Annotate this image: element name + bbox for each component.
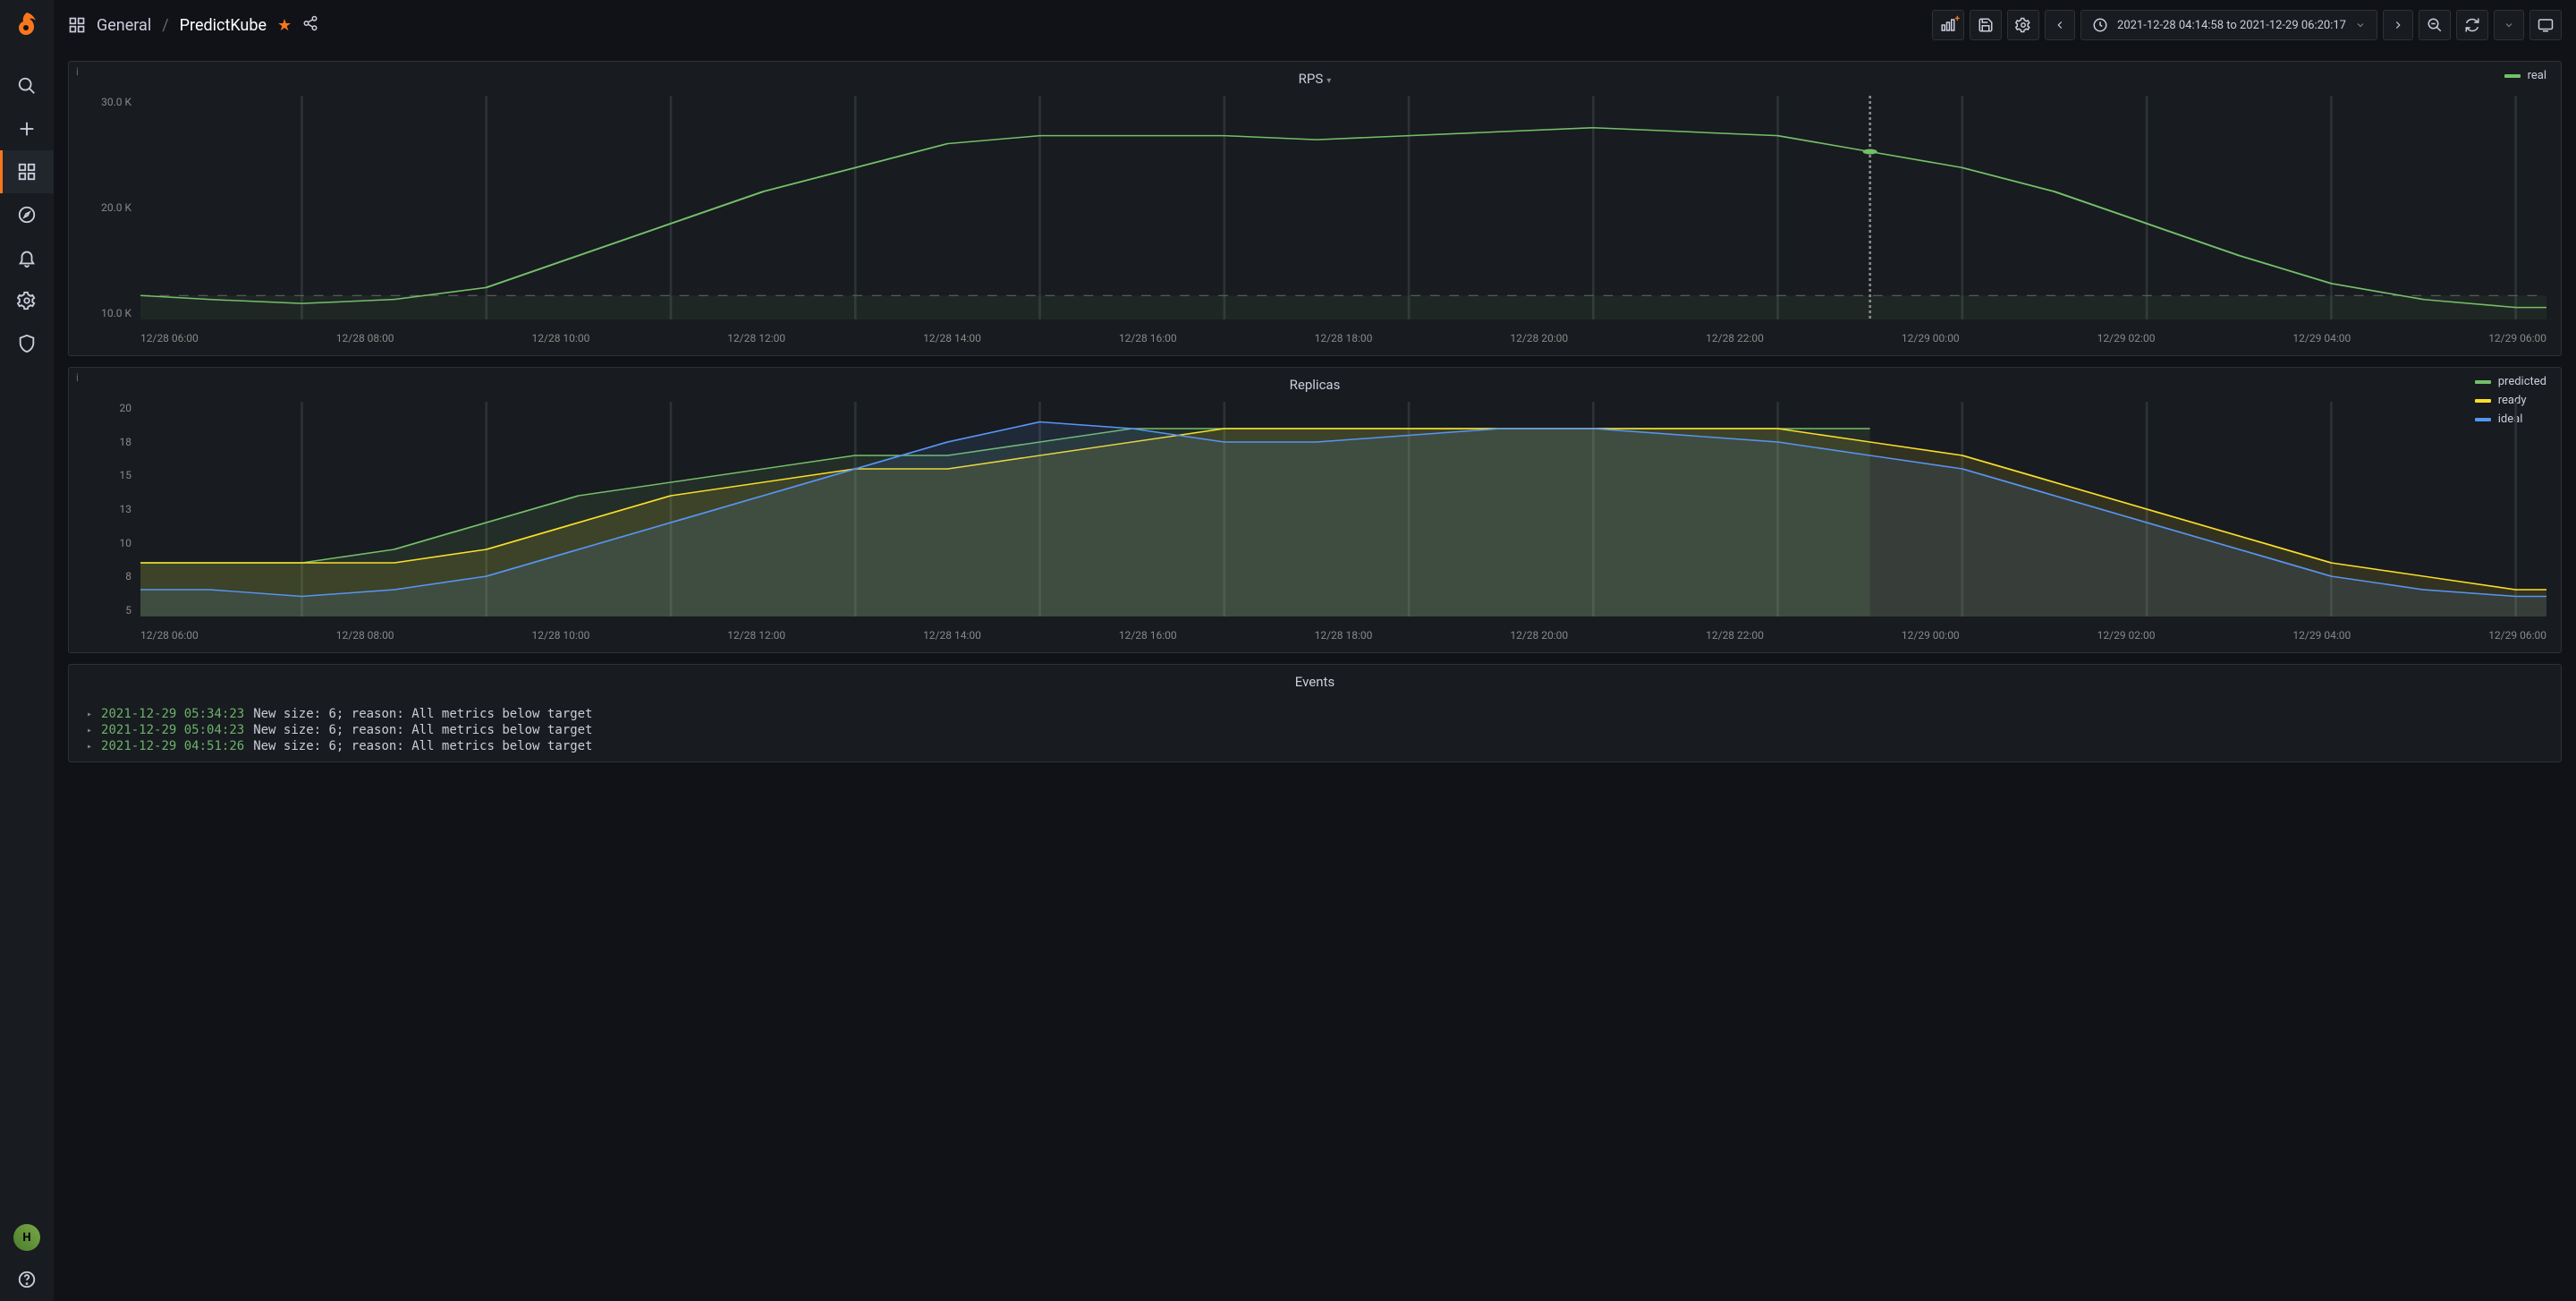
chart-rps[interactable]: 30.0 K20.0 K10.0 K: [140, 96, 2546, 319]
x-tick: 12/29 02:00: [2097, 629, 2156, 642]
panel-title[interactable]: Replicas: [69, 368, 2561, 402]
help-icon[interactable]: [0, 1258, 54, 1301]
x-tick: 12/28 08:00: [336, 332, 394, 344]
y-tick: 20.0 K: [78, 201, 131, 214]
x-tick: 12/29 00:00: [1902, 629, 1960, 642]
x-tick: 12/28 18:00: [1315, 629, 1373, 642]
shield-icon[interactable]: [0, 322, 54, 365]
event-message: New size: 6; reason: All metrics below t…: [253, 707, 592, 721]
x-tick: 12/29 02:00: [2097, 332, 2156, 344]
x-tick: 12/28 20:00: [1510, 332, 1568, 344]
explore-icon[interactable]: [0, 193, 54, 236]
gear-icon[interactable]: [0, 279, 54, 322]
x-tick: 12/29 00:00: [1902, 332, 1960, 344]
zoom-out-button[interactable]: [2419, 10, 2451, 40]
event-row[interactable]: ▸ 2021-12-29 05:34:23 New size: 6; reason:…: [87, 706, 2543, 722]
x-tick: 12/29 06:00: [2488, 629, 2546, 642]
refresh-button[interactable]: [2456, 10, 2488, 40]
info-icon[interactable]: i: [76, 371, 79, 384]
dashboard-icon: [68, 16, 86, 34]
star-icon[interactable]: ★: [277, 16, 292, 35]
settings-button[interactable]: [2007, 10, 2039, 40]
panel-title[interactable]: RPS▾: [69, 62, 2561, 96]
panel-replicas: i Replicas predicted ready ideal 2018151…: [68, 367, 2562, 653]
y-tick: 8: [78, 570, 131, 582]
event-row[interactable]: ▸ 2021-12-29 04:51:26 New size: 6; reason:…: [87, 738, 2543, 754]
chevron-down-icon: [2355, 20, 2366, 30]
x-tick: 12/28 20:00: [1510, 629, 1568, 642]
y-tick: 15: [78, 469, 131, 481]
x-tick: 12/28 12:00: [727, 629, 785, 642]
clock-icon: [2092, 17, 2108, 33]
topbar: General / PredictKube ★ + 2021-12-28 04:…: [54, 0, 2576, 50]
panel-rps: i RPS▾ real 30.0 K20.0 K10.0 K 12/28 06:…: [68, 61, 2562, 356]
refresh-interval-button[interactable]: [2494, 10, 2524, 40]
x-tick: 12/28 18:00: [1315, 332, 1373, 344]
info-icon[interactable]: i: [76, 65, 79, 78]
legend-swatch: [2504, 74, 2521, 78]
y-tick: 30.0 K: [78, 96, 131, 108]
x-tick: 12/28 06:00: [140, 629, 199, 642]
event-message: New size: 6; reason: All metrics below t…: [253, 723, 592, 737]
y-tick: 10: [78, 537, 131, 549]
time-range-back-button[interactable]: [2045, 10, 2075, 40]
y-tick: 20: [78, 402, 131, 414]
legend-swatch: [2475, 380, 2491, 384]
breadcrumb-separator: /: [162, 16, 168, 35]
bell-icon[interactable]: [0, 236, 54, 279]
x-tick: 12/29 06:00: [2488, 332, 2546, 344]
event-message: New size: 6; reason: All metrics below t…: [253, 739, 592, 753]
x-tick: 12/29 04:00: [2292, 629, 2351, 642]
x-tick: 12/28 22:00: [1706, 332, 1764, 344]
time-range-picker[interactable]: 2021-12-28 04:14:58 to 2021-12-29 06:20:…: [2080, 10, 2377, 40]
caret-icon: ▸: [87, 710, 92, 719]
panel-events: Events ▸ 2021-12-29 05:34:23 New size: 6; …: [68, 664, 2562, 762]
avatar[interactable]: H: [13, 1224, 40, 1251]
y-tick: 5: [78, 604, 131, 616]
legend-item[interactable]: real: [2504, 69, 2546, 82]
grafana-logo-icon[interactable]: [13, 11, 41, 39]
y-tick: 13: [78, 503, 131, 515]
x-tick: 12/28 10:00: [532, 629, 590, 642]
breadcrumb-folder[interactable]: General: [97, 16, 151, 35]
event-timestamp: 2021-12-29 05:34:23: [101, 707, 244, 721]
y-tick: 18: [78, 436, 131, 448]
plus-icon[interactable]: [0, 107, 54, 150]
x-tick: 12/28 22:00: [1706, 629, 1764, 642]
search-icon[interactable]: [0, 64, 54, 107]
legend: real: [2504, 69, 2546, 82]
avatar-initial: H: [22, 1231, 30, 1245]
x-tick: 12/28 16:00: [1119, 629, 1177, 642]
tv-mode-button[interactable]: [2529, 10, 2562, 40]
x-tick: 12/28 10:00: [532, 332, 590, 344]
events-log: ▸ 2021-12-29 05:34:23 New size: 6; reason:…: [69, 699, 2561, 761]
x-tick: 12/28 14:00: [923, 332, 981, 344]
x-tick: 12/28 14:00: [923, 629, 981, 642]
page-title[interactable]: PredictKube: [180, 16, 267, 35]
x-tick: 12/28 12:00: [727, 332, 785, 344]
sidebar: H: [0, 0, 54, 1301]
dashboard-content: i RPS▾ real 30.0 K20.0 K10.0 K 12/28 06:…: [54, 50, 2576, 1301]
x-tick: 12/28 08:00: [336, 629, 394, 642]
x-tick: 12/29 04:00: [2292, 332, 2351, 344]
breadcrumb: General / PredictKube ★: [68, 15, 318, 36]
dashboards-icon[interactable]: [0, 150, 54, 193]
chevron-down-icon: ▾: [1326, 76, 1331, 86]
time-range-forward-button[interactable]: [2383, 10, 2413, 40]
legend-item[interactable]: predicted: [2475, 375, 2546, 388]
x-tick: 12/28 06:00: [140, 332, 199, 344]
time-range-label: 2021-12-28 04:14:58 to 2021-12-29 06:20:…: [2117, 19, 2346, 32]
event-row[interactable]: ▸ 2021-12-29 05:04:23 New size: 6; reason:…: [87, 722, 2543, 738]
event-timestamp: 2021-12-29 04:51:26: [101, 739, 244, 753]
panel-title[interactable]: Events: [69, 665, 2561, 699]
save-button[interactable]: [1970, 10, 2002, 40]
add-panel-button[interactable]: +: [1932, 10, 1964, 40]
share-icon[interactable]: [302, 15, 318, 36]
caret-icon: ▸: [87, 742, 92, 752]
event-timestamp: 2021-12-29 05:04:23: [101, 723, 244, 737]
chart-replicas[interactable]: 201815131085: [140, 402, 2546, 616]
caret-icon: ▸: [87, 726, 92, 736]
y-tick: 10.0 K: [78, 307, 131, 319]
x-tick: 12/28 16:00: [1119, 332, 1177, 344]
